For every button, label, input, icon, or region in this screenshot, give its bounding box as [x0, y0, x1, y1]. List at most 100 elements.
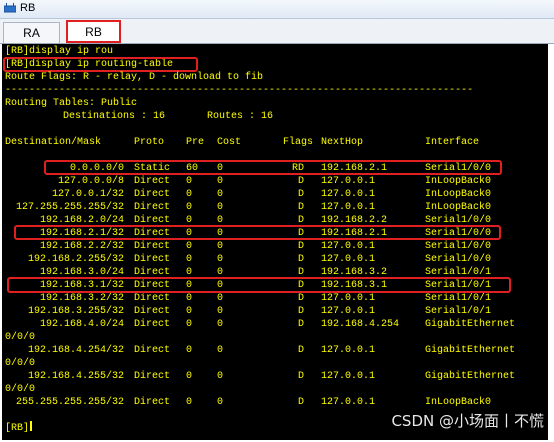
- prompt-text: [RB]: [5, 423, 30, 434]
- header-proto: Proto: [134, 137, 165, 148]
- cell-dest: 192.168.3.2/32: [39, 293, 124, 304]
- cell-dest: 192.168.2.2/32: [39, 241, 124, 252]
- command-highlight-box: [3, 57, 198, 72]
- destinations-count: Destinations : 16 Routes : 16: [63, 111, 274, 122]
- cell-flags: D: [297, 345, 304, 356]
- cell-flags: D: [297, 176, 304, 187]
- cell-cost: 0: [217, 371, 224, 382]
- window-title: RB: [20, 2, 36, 14]
- cell-iface: Serial1/0/1: [425, 293, 492, 304]
- row-highlight-box: [7, 277, 511, 293]
- terminal-console[interactable]: [RB]display ip rou [RB]display ip routin…: [2, 44, 548, 440]
- cell-flags: D: [297, 397, 304, 408]
- cell-pre: 0: [186, 241, 193, 252]
- cell-flags: D: [297, 306, 304, 317]
- route-flags-text: Route Flags: R - relay, D - download to …: [5, 72, 264, 83]
- cell-proto: Direct: [134, 397, 171, 408]
- cell-nexthop: 127.0.0.1: [321, 306, 376, 317]
- router-app-icon: [4, 3, 16, 13]
- cell-nexthop: 127.0.0.1: [321, 345, 376, 356]
- cell-pre: 0: [186, 293, 193, 304]
- cell-cost: 0: [217, 254, 224, 265]
- cell-iface: Serial1/0/1: [425, 306, 492, 317]
- header-cost: Cost: [217, 137, 242, 148]
- header-interface: Interface: [425, 137, 480, 148]
- title-bar: RB: [0, 0, 554, 19]
- cell-nexthop: 127.0.0.1: [321, 202, 376, 213]
- cell-nexthop: 127.0.0.1: [321, 397, 376, 408]
- cell-nexthop: 127.0.0.1: [321, 189, 376, 200]
- cell-proto: Direct: [134, 345, 171, 356]
- cell-flags: D: [297, 189, 304, 200]
- cell-pre: 0: [186, 371, 193, 382]
- cell-nexthop: 127.0.0.1: [321, 371, 376, 382]
- cell-proto: Direct: [134, 319, 171, 330]
- cell-pre: 0: [186, 397, 193, 408]
- cell-pre: 0: [186, 202, 193, 213]
- tab-bar: RA RB: [0, 19, 554, 44]
- interface-wrap-text: 0/0/0: [5, 332, 36, 343]
- cell-flags: D: [297, 293, 304, 304]
- cell-dest: 192.168.4.254/32: [27, 345, 124, 356]
- cell-dest: 127.255.255.255/32: [15, 202, 124, 213]
- cell-flags: D: [297, 371, 304, 382]
- cell-iface: GigabitEthernet: [425, 319, 516, 330]
- cell-pre: 0: [186, 319, 193, 330]
- cell-nexthop: 192.168.4.254: [321, 319, 400, 330]
- cell-cost: 0: [217, 176, 224, 187]
- text-cursor: [30, 421, 33, 431]
- header-destination: Destination/Mask: [5, 137, 102, 148]
- cell-proto: Direct: [134, 202, 171, 213]
- row-highlight-box: [44, 160, 502, 175]
- cell-dest: 127.0.0.0/8: [57, 176, 124, 187]
- cell-proto: Direct: [134, 189, 171, 200]
- cell-cost: 0: [217, 241, 224, 252]
- row-highlight-box: [14, 225, 501, 240]
- cell-nexthop: 127.0.0.1: [321, 293, 376, 304]
- cell-dest: 192.168.4.255/32: [27, 371, 124, 382]
- cell-nexthop: 127.0.0.1: [321, 176, 376, 187]
- cell-dest: 192.168.2.255/32: [27, 254, 124, 265]
- cell-nexthop: 127.0.0.1: [321, 241, 376, 252]
- cell-dest: 127.0.0.1/32: [51, 189, 124, 200]
- cell-dest: 255.255.255.255/32: [15, 397, 124, 408]
- cell-cost: 0: [217, 306, 224, 317]
- cell-cost: 0: [217, 202, 224, 213]
- cell-pre: 0: [186, 306, 193, 317]
- cell-iface: GigabitEthernet: [425, 371, 516, 382]
- command-prompt[interactable]: [RB]: [5, 421, 33, 435]
- header-nexthop: NextHop: [321, 137, 364, 148]
- separator-line: ----------------------------------------…: [5, 85, 474, 96]
- cell-proto: Direct: [134, 306, 171, 317]
- cell-iface: InLoopBack0: [425, 397, 492, 408]
- cell-flags: D: [297, 241, 304, 252]
- tab-rb[interactable]: RB: [66, 20, 121, 43]
- cell-iface: Serial1/0/0: [425, 254, 492, 265]
- cell-cost: 0: [217, 293, 224, 304]
- cell-dest: 192.168.4.0/24: [39, 319, 124, 330]
- cell-iface: InLoopBack0: [425, 176, 492, 187]
- cell-pre: 0: [186, 345, 193, 356]
- cell-proto: Direct: [134, 176, 171, 187]
- cell-proto: Direct: [134, 293, 171, 304]
- cell-iface: GigabitEthernet: [425, 345, 516, 356]
- cell-flags: D: [297, 254, 304, 265]
- header-flags: Flags: [283, 137, 314, 148]
- tab-ra[interactable]: RA: [3, 22, 60, 43]
- cell-cost: 0: [217, 345, 224, 356]
- interface-wrap-text: 0/0/0: [5, 384, 36, 395]
- cell-pre: 0: [186, 176, 193, 187]
- cell-flags: D: [297, 319, 304, 330]
- cell-nexthop: 127.0.0.1: [321, 254, 376, 265]
- cell-iface: InLoopBack0: [425, 202, 492, 213]
- cell-pre: 0: [186, 189, 193, 200]
- cell-iface: InLoopBack0: [425, 189, 492, 200]
- routing-tables-label: Routing Tables: Public: [5, 98, 138, 109]
- cell-dest: 192.168.3.255/32: [27, 306, 124, 317]
- cell-proto: Direct: [134, 254, 171, 265]
- cell-pre: 0: [186, 254, 193, 265]
- interface-wrap-text: 0/0/0: [5, 358, 36, 369]
- watermark: CSDN @小场面丨不慌: [391, 412, 544, 430]
- cell-proto: Direct: [134, 371, 171, 382]
- cell-proto: Direct: [134, 241, 171, 252]
